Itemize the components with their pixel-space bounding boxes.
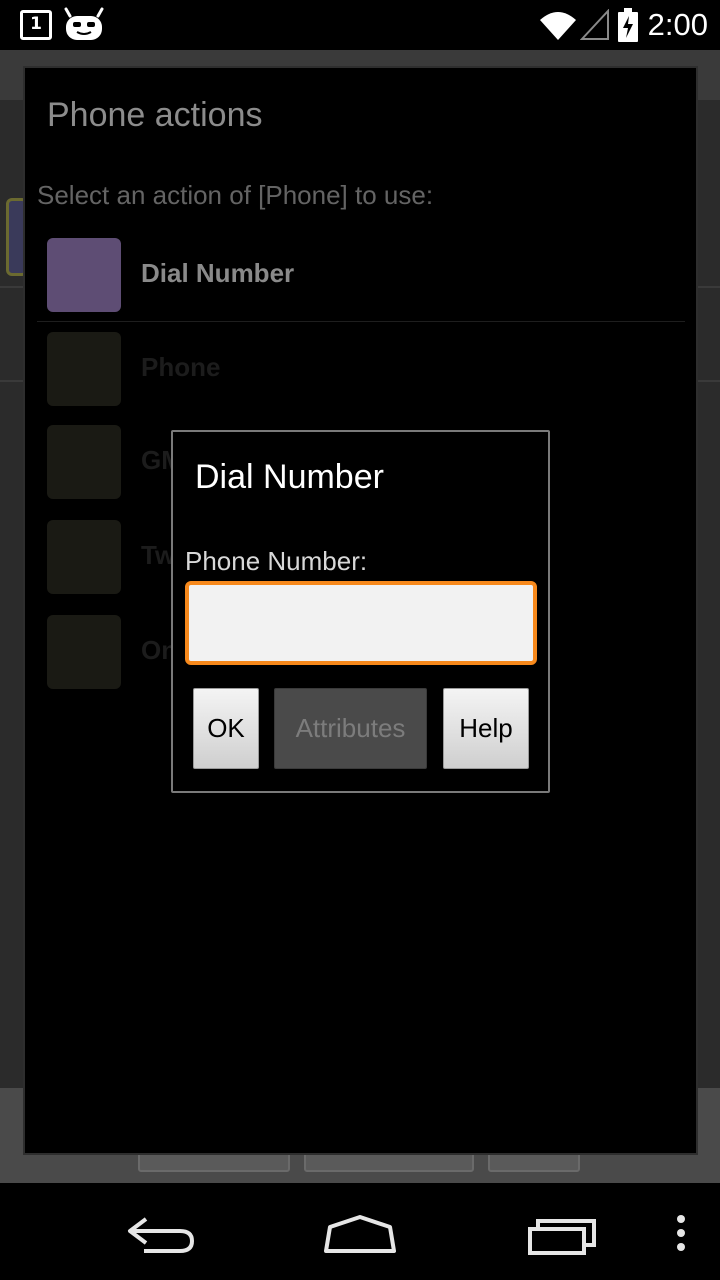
ok-button[interactable]: OK: [193, 688, 259, 769]
action-thumbnail: [47, 425, 121, 499]
phone-number-field[interactable]: [185, 581, 537, 665]
status-bar: 1 2:00: [0, 0, 720, 50]
action-thumbnail: [47, 520, 121, 594]
phone-number-label: Phone Number:: [185, 546, 368, 576]
navigation-bar: [0, 1183, 720, 1280]
action-label: Dial Number: [141, 258, 295, 288]
dialog-title: Dial Number: [195, 458, 384, 496]
clock: 2:00: [647, 7, 708, 42]
list-divider: [37, 321, 685, 322]
list-item-phone[interactable]: Phone: [37, 332, 685, 427]
overflow-menu-icon[interactable]: [674, 1211, 688, 1255]
dialog-prompt: Select an action of [Phone] to use:: [37, 180, 434, 210]
cell-signal-icon: [579, 9, 609, 40]
action-label: Phone: [141, 352, 221, 382]
action-thumbnail: [47, 615, 121, 689]
wifi-icon: [539, 12, 576, 40]
attributes-button[interactable]: Attributes: [274, 688, 427, 769]
back-icon[interactable]: [124, 1213, 196, 1253]
notification-calendar-icon: 1: [20, 10, 52, 40]
recent-apps-icon[interactable]: [526, 1215, 598, 1255]
home-icon[interactable]: [322, 1213, 398, 1253]
android-bot-icon: [64, 7, 104, 40]
action-thumbnail: [47, 332, 121, 406]
list-item-dial-number[interactable]: Dial Number: [37, 238, 685, 333]
dialog-title: Phone actions: [47, 96, 263, 134]
dial-number-dialog: Dial Number Phone Number: OK Attributes …: [171, 430, 550, 793]
help-button[interactable]: Help: [443, 688, 529, 769]
action-thumbnail: [47, 238, 121, 312]
notification-count: 1: [30, 14, 42, 34]
battery-charging-icon: [617, 8, 638, 42]
